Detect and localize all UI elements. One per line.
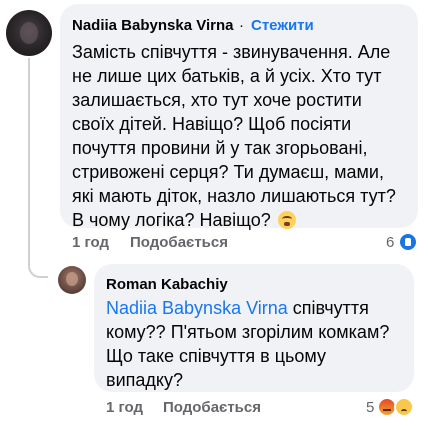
reply-line: випадку? [106, 370, 183, 390]
follow-link[interactable]: Стежити [251, 17, 314, 35]
commenter-avatar[interactable] [6, 10, 52, 56]
reply-text: Nadiia Babynska Virna співчуття кому?? П… [106, 296, 389, 392]
comment-author-name[interactable]: Nadiia Babynska Virna [72, 17, 233, 35]
comment-like-button[interactable]: Подобається [130, 234, 228, 252]
separator-dot: · [239, 17, 244, 34]
reply-timestamp[interactable]: 1 год [106, 399, 143, 417]
comment-line: своїх дітей. Навіщо? Щоб посіяти [72, 114, 352, 134]
comment-line: стривожені серця? Ти думаєш, мами, [72, 162, 384, 182]
reply-author-name[interactable]: Roman Kabachiy [106, 276, 228, 294]
reply-thread-line [28, 58, 48, 278]
reply-line: Що таке співчуття в цьому [106, 346, 326, 366]
reply-line: співчуття [287, 298, 369, 318]
comment-reaction-count[interactable]: 6 [386, 234, 394, 252]
reply-avatar[interactable] [58, 266, 86, 294]
comment-line: Замість співчуття - звинувачення. Але [72, 42, 391, 62]
reply-line: кому?? П'ятьом згорілим комкам? [106, 322, 390, 342]
sad-reaction-icon[interactable] [394, 397, 414, 417]
reply-line-first: Nadiia Babynska Virna співчуття [106, 296, 389, 320]
reply-reaction-count[interactable]: 5 [366, 399, 374, 417]
reply-mention-link[interactable]: Nadiia Babynska Virna [106, 298, 288, 318]
comment-line: не лише цих батьків, а й усіх. Хто тут [72, 66, 382, 86]
fearful-face-emoji-icon [277, 211, 296, 229]
comment-line: В чому логіка? Навіщо? [72, 210, 271, 230]
like-reaction-icon[interactable] [398, 232, 418, 252]
comment-line: почуття провини й у так згорьовані, [72, 138, 368, 158]
comment-line: які мають діток, назло лишаються тут? [72, 186, 396, 206]
comment-text: Замість співчуття - звинувачення. Але не… [72, 40, 396, 232]
comment-line-last: В чому логіка? Навіщо? [72, 208, 396, 232]
comment-timestamp[interactable]: 1 год [72, 234, 109, 252]
comment-line: залишається, хто тут хоче ростити [72, 90, 362, 110]
reply-like-button[interactable]: Подобається [163, 399, 261, 417]
